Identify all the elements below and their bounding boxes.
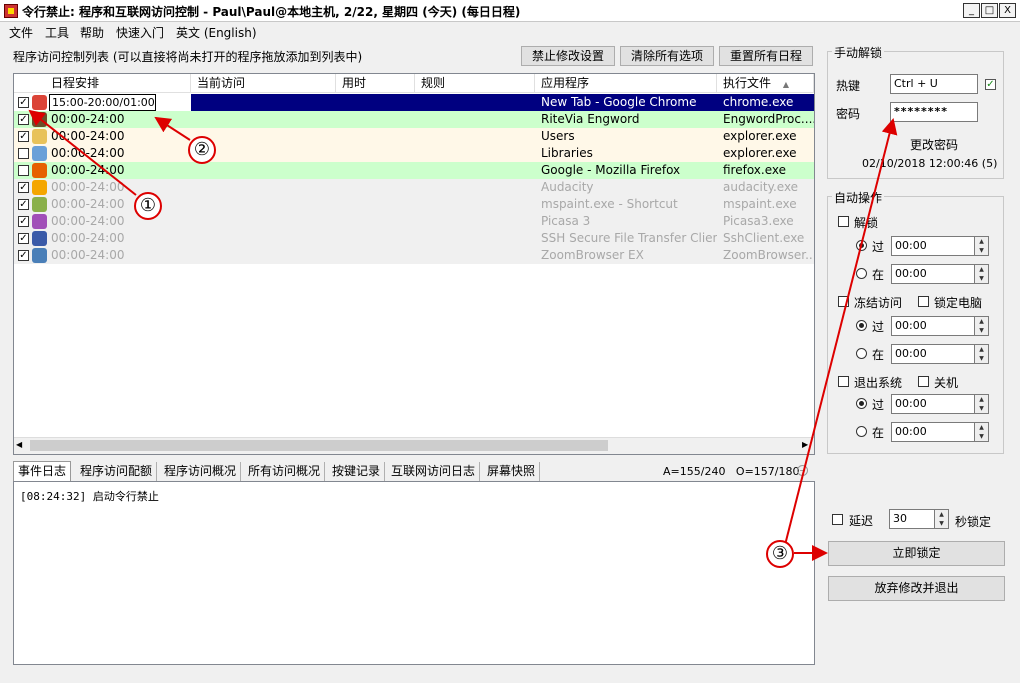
annotation-marker-1: ① <box>134 192 162 220</box>
annotation-arrows <box>28 109 898 561</box>
annotation-marker-2: ② <box>188 136 216 164</box>
annotation-arrow-1 <box>28 109 137 196</box>
annotation-marker-3: ③ <box>766 540 794 568</box>
annotation-arrow-2 <box>154 116 191 141</box>
annotation-arrow-3a <box>784 118 898 546</box>
